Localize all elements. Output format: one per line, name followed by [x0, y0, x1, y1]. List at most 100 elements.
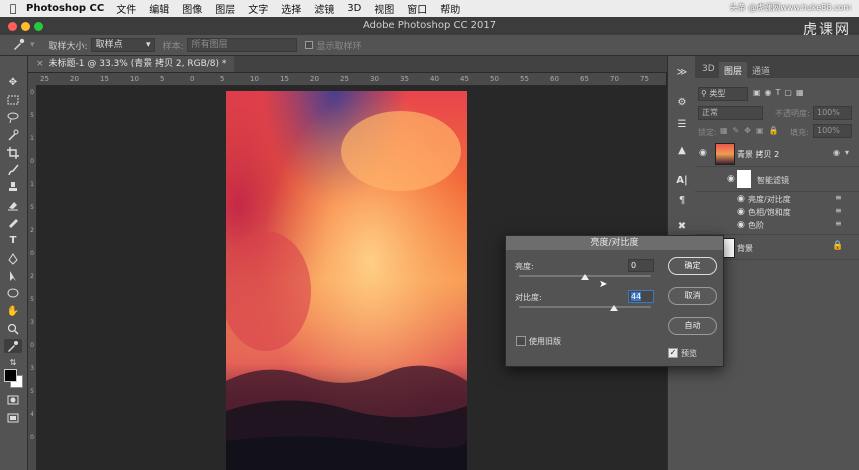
contrast-slider-thumb[interactable] [610, 305, 619, 311]
hand-tool-icon[interactable]: ✋ [4, 305, 22, 319]
blend-mode-value: 正常 [702, 108, 718, 117]
close-tab-icon[interactable]: × [36, 59, 44, 69]
ruler-tick-label: 5 [30, 296, 34, 303]
eyedropper-preset-icon[interactable] [12, 38, 26, 53]
shape-tool-icon[interactable] [4, 287, 22, 301]
eyedropper-tool-icon[interactable] [4, 339, 22, 353]
stamp-tool-icon[interactable] [4, 180, 22, 194]
ruler-origin[interactable] [28, 73, 36, 85]
filter-options-icon[interactable]: ≡ [835, 219, 842, 228]
eraser-tool-icon[interactable] [4, 198, 22, 212]
tools-panel: ✥ T ✋ ⇅ [0, 56, 28, 470]
show-ring-checkbox[interactable] [304, 41, 313, 49]
layer-name[interactable]: 背景 [737, 243, 753, 254]
artwork-image[interactable] [226, 91, 467, 470]
menu-type[interactable]: 文字 [248, 1, 268, 16]
swap-colors-icon[interactable]: ⇅ [4, 356, 22, 370]
auto-button[interactable]: 自动 [668, 317, 717, 335]
lock-icons[interactable]: ▦✎✥▣🔒 [720, 126, 783, 135]
menu-3d[interactable]: 3D [347, 3, 361, 14]
foreground-color-swatch[interactable] [4, 369, 17, 382]
crop-tool-icon[interactable] [4, 146, 22, 160]
menu-select[interactable]: 选择 [281, 1, 301, 16]
visibility-eye-icon[interactable]: ◉ [737, 194, 745, 204]
marquee-tool-icon[interactable] [4, 94, 22, 108]
filter-row-hue[interactable]: ◉ 色相/饱和度 ≡ [695, 206, 859, 218]
blend-mode-select[interactable]: 正常 [698, 106, 763, 120]
use-legacy-checkbox[interactable] [516, 336, 526, 346]
stamp-panel-icon[interactable]: ▲ [673, 144, 691, 158]
layer-row-copy2[interactable]: ◉ 青景 拷贝 2 ◉ ▾ [695, 140, 859, 167]
sample-select[interactable]: 所有图层 [186, 38, 297, 52]
filter-type-icons[interactable]: ▣◉T▢▦ [753, 88, 853, 97]
lasso-tool-icon[interactable] [4, 111, 22, 125]
pen-tool-icon[interactable] [4, 252, 22, 266]
menu-window[interactable]: 窗口 [407, 1, 427, 16]
document-tab-title: 未标题-1 @ 33.3% (青景 拷贝 2, RGB/8) * [48, 59, 227, 69]
show-ring-label: 显示取样环 [316, 41, 362, 52]
menu-view[interactable]: 视图 [374, 1, 394, 16]
contrast-field[interactable]: 44 [628, 290, 654, 303]
ok-button[interactable]: 确定 [668, 257, 717, 275]
ruler-tick-label: 50 [490, 75, 499, 83]
move-tool-icon[interactable]: ✥ [4, 76, 22, 90]
tab-channels[interactable]: 通道 [747, 62, 775, 79]
sample-size-select[interactable]: 取样点 ▾ [90, 38, 155, 52]
adjustments-icon[interactable]: ⚙ [673, 96, 691, 110]
filter-name[interactable]: 色阶 [748, 220, 764, 231]
document-tab[interactable]: × 未标题-1 @ 33.3% (青景 拷贝 2, RGB/8) * [28, 56, 235, 72]
history-icon[interactable]: ≫ [673, 66, 691, 80]
filter-kind-select[interactable]: ⚲ 类型 [698, 87, 748, 101]
tab-layers[interactable]: 图层 [719, 62, 748, 79]
brightness-slider-thumb[interactable] [581, 274, 589, 280]
cancel-button[interactable]: 取消 [668, 287, 717, 305]
opacity-field[interactable]: 100% [813, 106, 852, 120]
dialog-title: 亮度/对比度 [506, 236, 723, 250]
chevron-down-icon[interactable]: ▾ [30, 40, 35, 50]
path-select-tool-icon[interactable] [4, 269, 22, 283]
menu-filter[interactable]: 滤镜 [314, 1, 334, 16]
apple-icon[interactable]:  [0, 2, 26, 15]
tab-3d[interactable]: 3D [697, 62, 720, 76]
layer-row-smart-filters[interactable]: ◉ 智能滤镜 [695, 167, 859, 192]
visibility-eye-icon[interactable]: ◉ [737, 220, 745, 230]
menu-image[interactable]: 图像 [182, 1, 202, 16]
chevron-down-icon[interactable]: ▾ [845, 148, 849, 157]
contrast-slider-track[interactable] [519, 306, 651, 308]
tool-presets-icon[interactable]: ✖ [673, 220, 691, 234]
menu-edit[interactable]: 编辑 [149, 1, 169, 16]
filter-name[interactable]: 亮度/对比度 [748, 194, 791, 205]
ruler-tick-label: 10 [130, 75, 139, 83]
visibility-eye-icon[interactable]: ◉ [737, 207, 745, 217]
quick-select-tool-icon[interactable] [4, 128, 22, 142]
zoom-tool-icon[interactable] [4, 322, 22, 336]
paragraph-icon[interactable]: ¶ [673, 194, 691, 208]
visibility-eye-icon[interactable]: ◉ [699, 148, 707, 158]
filter-options-icon[interactable]: ≡ [835, 193, 842, 202]
type-tool-icon[interactable]: T [4, 234, 22, 248]
menu-help[interactable]: 帮助 [440, 1, 460, 16]
ruler-tick-label: 0 [30, 89, 34, 96]
filter-mask-thumbnail[interactable] [737, 170, 751, 188]
menu-layer[interactable]: 图层 [215, 1, 235, 16]
character-icon[interactable]: A| [673, 174, 691, 188]
brush-tool-icon[interactable] [4, 163, 22, 177]
filter-row-brightness[interactable]: ◉ 亮度/对比度 ≡ [695, 193, 859, 205]
app-menu[interactable]: Photoshop CC [26, 3, 104, 14]
watermark: 头条 @虎课网www.huke88.com [729, 3, 851, 12]
menu-file[interactable]: 文件 [116, 1, 136, 16]
layer-name[interactable]: 青景 拷贝 2 [737, 149, 779, 160]
fill-field[interactable]: 100% [813, 124, 852, 138]
filter-options-icon[interactable]: ≡ [835, 206, 842, 215]
visibility-eye-icon[interactable]: ◉ [727, 174, 735, 184]
screen-mode-icon[interactable] [4, 412, 22, 426]
properties-icon[interactable]: ☰ [673, 118, 691, 132]
preview-checkbox[interactable]: ✓ [668, 348, 678, 358]
filter-name[interactable]: 色相/饱和度 [748, 207, 791, 218]
layer-thumbnail [715, 143, 735, 165]
smart-filters-label[interactable]: 智能滤镜 [757, 175, 789, 186]
filter-row-levels[interactable]: ◉ 色阶 ≡ [695, 219, 859, 231]
quick-mask-icon[interactable] [4, 394, 22, 408]
gradient-tool-icon[interactable] [4, 215, 22, 229]
brightness-field[interactable]: 0 [628, 259, 654, 272]
